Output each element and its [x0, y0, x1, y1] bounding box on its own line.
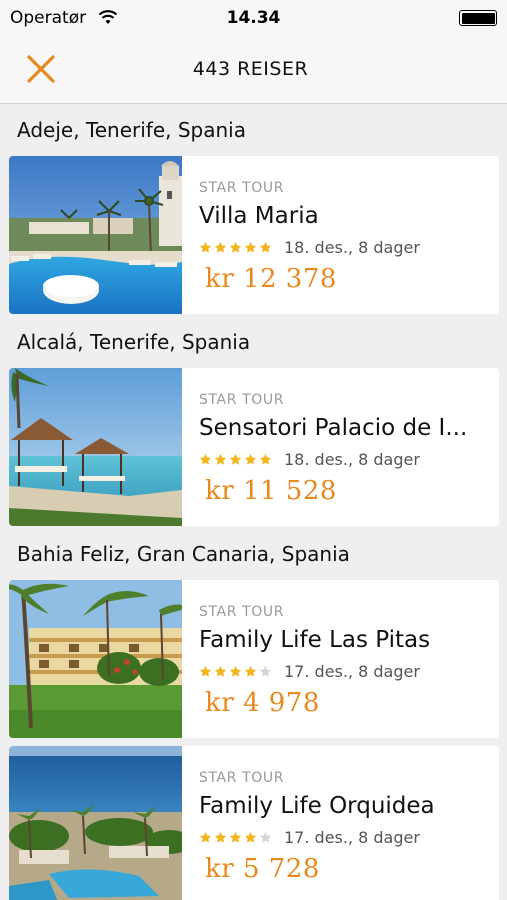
- hotel-card[interactable]: STAR TOUR Family Life Las Pitas 17. des.…: [9, 580, 499, 738]
- star-icon: [199, 241, 212, 253]
- star-icon: [244, 241, 257, 253]
- departure-date: 18. des., 8 dager: [284, 450, 420, 469]
- hotel-image: [9, 580, 182, 738]
- star-icon: [229, 453, 242, 465]
- star-icon: [244, 831, 257, 843]
- hotel-name: Villa Maria: [199, 203, 319, 229]
- star-icon: [199, 453, 212, 465]
- star-icon: [259, 665, 272, 677]
- price: kr 4 978: [205, 688, 320, 718]
- star-icon: [259, 831, 272, 843]
- section-header: Alcalá, Tenerife, Spania: [17, 330, 251, 354]
- rating-and-date: 18. des., 8 dager: [199, 238, 420, 257]
- star-icon: [244, 665, 257, 677]
- hotel-name: Family Life Orquidea: [199, 793, 435, 819]
- tour-operator: STAR TOUR: [199, 180, 285, 196]
- tour-operator: STAR TOUR: [199, 392, 285, 408]
- star-icon: [259, 453, 272, 465]
- navigation-bar: 443 REISER: [0, 36, 507, 104]
- star-icon: [229, 831, 242, 843]
- price: kr 12 378: [205, 264, 337, 294]
- star-icon: [214, 453, 227, 465]
- tour-operator: STAR TOUR: [199, 770, 285, 786]
- star-icon: [259, 241, 272, 253]
- star-icon: [199, 831, 212, 843]
- departure-date: 18. des., 8 dager: [284, 238, 420, 257]
- price: kr 5 728: [205, 854, 320, 884]
- star-icon: [244, 453, 257, 465]
- star-icon: [199, 665, 212, 677]
- tour-operator: STAR TOUR: [199, 604, 285, 620]
- hotel-name: Family Life Las Pitas: [199, 627, 431, 653]
- star-icon: [229, 241, 242, 253]
- star-rating: [199, 831, 272, 844]
- price: kr 11 528: [205, 476, 337, 506]
- rating-and-date: 17. des., 8 dager: [199, 828, 420, 847]
- star-icon: [229, 665, 242, 677]
- page-title: 443 REISER: [192, 58, 309, 80]
- hotel-image: [9, 746, 182, 900]
- star-icon: [214, 665, 227, 677]
- clock: 14.34: [226, 8, 281, 28]
- results-list: Adeje, Tenerife, Spania STAR TOUR Villa …: [0, 104, 507, 900]
- section-header: Adeje, Tenerife, Spania: [17, 118, 246, 142]
- status-bar: Operatør 14.34: [0, 0, 507, 36]
- star-rating: [199, 453, 272, 466]
- hotel-name: Sensatori Palacio de I...: [199, 415, 468, 441]
- hotel-card[interactable]: STAR TOUR Sensatori Palacio de I... 18. …: [9, 368, 499, 526]
- section-header: Bahia Feliz, Gran Canaria, Spania: [17, 542, 350, 566]
- hotel-card[interactable]: STAR TOUR Family Life Orquidea 17. des.,…: [9, 746, 499, 900]
- star-rating: [199, 241, 272, 254]
- star-rating: [199, 665, 272, 678]
- star-icon: [214, 241, 227, 253]
- departure-date: 17. des., 8 dager: [284, 662, 420, 681]
- hotel-image: [9, 368, 182, 526]
- rating-and-date: 18. des., 8 dager: [199, 450, 420, 469]
- hotel-card[interactable]: STAR TOUR Villa Maria 18. des., 8 dager …: [9, 156, 499, 314]
- rating-and-date: 17. des., 8 dager: [199, 662, 420, 681]
- departure-date: 17. des., 8 dager: [284, 828, 420, 847]
- hotel-image: [9, 156, 182, 314]
- battery-icon: [459, 10, 497, 26]
- star-icon: [214, 831, 227, 843]
